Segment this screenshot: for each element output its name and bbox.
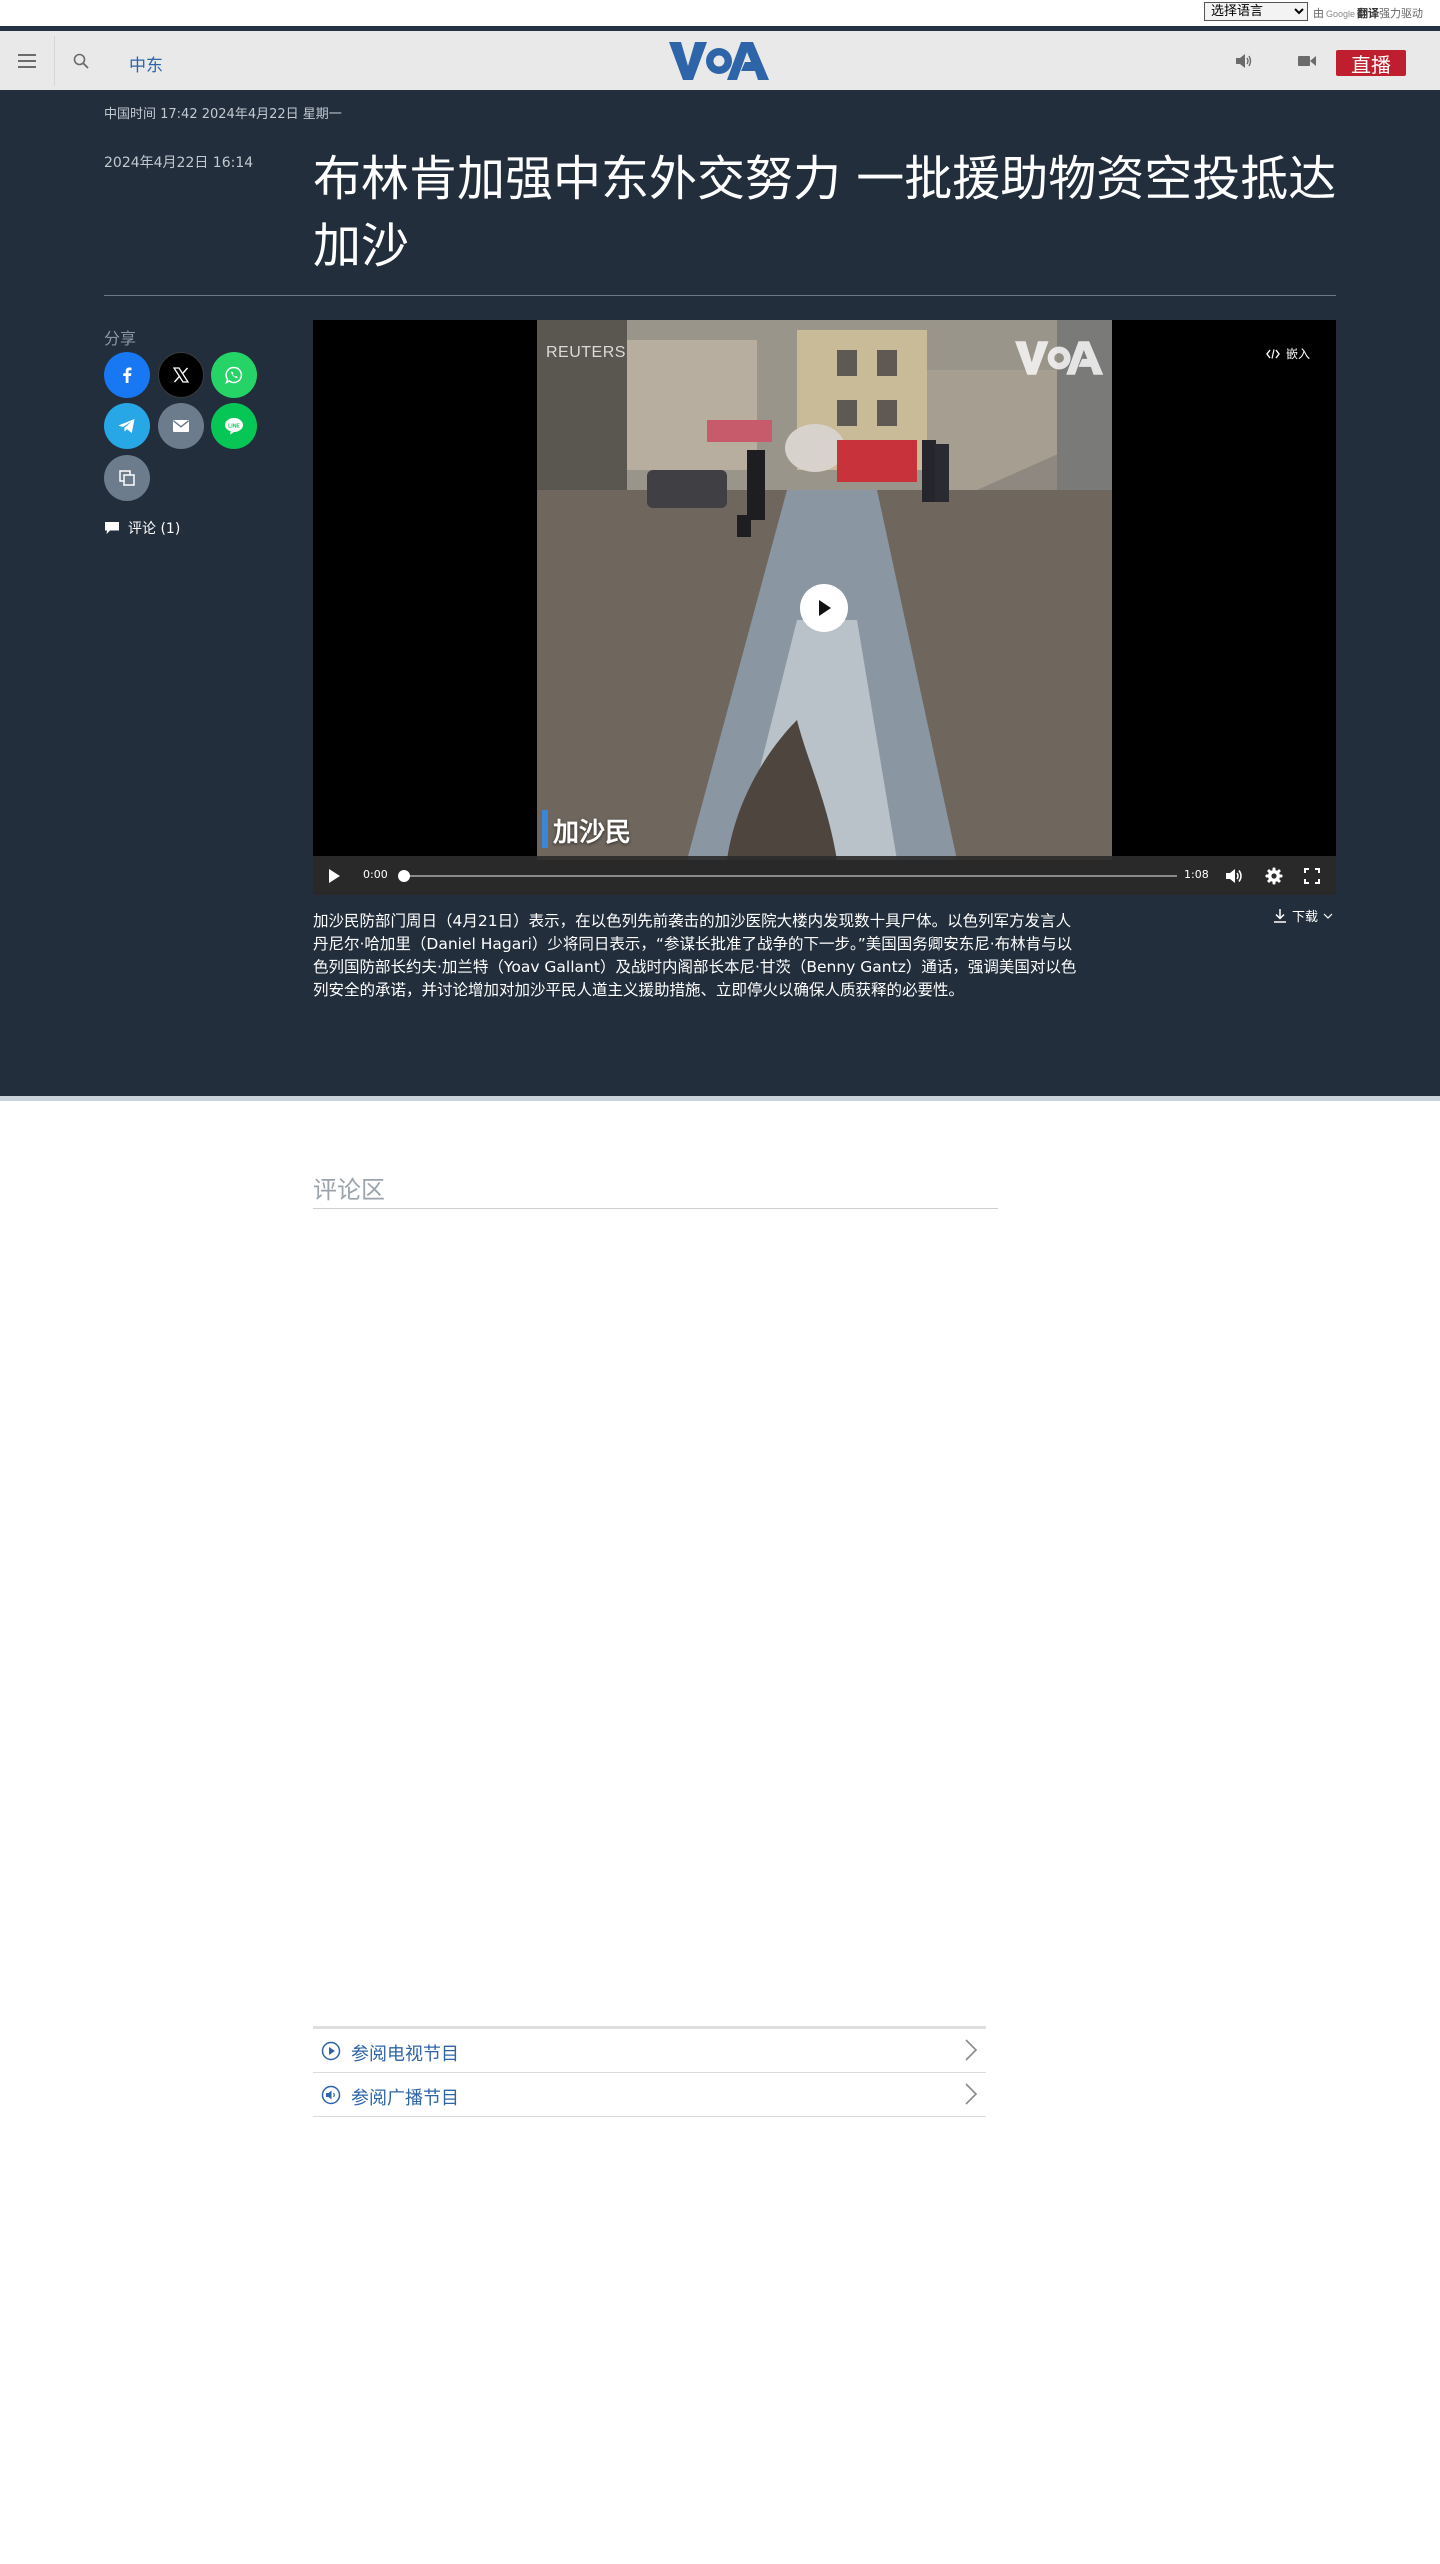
facebook-icon bbox=[123, 367, 132, 383]
translate-credit: 由 Google 翻译强力驱动 bbox=[1313, 5, 1423, 21]
email-icon bbox=[173, 420, 189, 432]
credit-suffix: 强力驱动 bbox=[1379, 8, 1424, 20]
language-select[interactable]: 选择语言 bbox=[1204, 2, 1308, 21]
share-email-button[interactable] bbox=[158, 403, 204, 449]
embed-button[interactable]: 嵌入 bbox=[1266, 345, 1310, 362]
volume-button[interactable] bbox=[1223, 865, 1245, 887]
play-icon bbox=[329, 869, 340, 883]
time-current: 0:00 bbox=[363, 868, 388, 881]
download-label: 下载 bbox=[1292, 910, 1319, 925]
settings-button[interactable] bbox=[1263, 865, 1285, 887]
radio-programs-label: 参阅广播节目 bbox=[351, 2088, 459, 2109]
video-description: 加沙民防部门周日（4月21日）表示，在以色列先前袭击的加沙医院大楼内发现数十具尸… bbox=[313, 912, 1077, 999]
chevron-down-icon bbox=[1323, 913, 1333, 919]
embed-label: 嵌入 bbox=[1286, 347, 1311, 361]
fullscreen-button[interactable] bbox=[1301, 865, 1323, 887]
voa-watermark-logo bbox=[1015, 341, 1104, 375]
progress-handle[interactable] bbox=[398, 870, 410, 882]
search-icon bbox=[73, 53, 89, 69]
share-telegram-button[interactable] bbox=[104, 403, 150, 449]
gear-icon bbox=[1265, 867, 1283, 885]
comments-link-label: 评论 (1) bbox=[128, 521, 181, 537]
radio-programs-link[interactable]: 参阅广播节目 bbox=[313, 2073, 986, 2117]
caption-accent-bar bbox=[542, 810, 548, 848]
control-play-button[interactable] bbox=[323, 865, 345, 887]
play-button[interactable] bbox=[800, 584, 848, 632]
video-caption: 加沙民 bbox=[553, 818, 632, 848]
live-button[interactable]: 直播 bbox=[1336, 50, 1406, 77]
video-controls: 0:00 1:08 bbox=[313, 856, 1336, 895]
play-circle-icon bbox=[321, 2041, 341, 2061]
speaker-icon bbox=[1236, 54, 1252, 68]
share-facebook-button[interactable] bbox=[104, 352, 150, 398]
section-divider bbox=[0, 1096, 1440, 1101]
credit-translate-link[interactable]: 翻译 bbox=[1357, 8, 1379, 20]
comments-divider bbox=[313, 1208, 998, 1209]
chevron-right-icon bbox=[965, 2039, 978, 2061]
play-icon bbox=[819, 600, 831, 616]
comment-bubble-icon bbox=[105, 522, 119, 534]
fullscreen-icon bbox=[1304, 868, 1320, 884]
audio-button[interactable] bbox=[1226, 45, 1262, 77]
chevron-right-icon bbox=[965, 2083, 978, 2105]
site-header: 中东 直播 bbox=[0, 26, 1440, 90]
video-button[interactable] bbox=[1289, 45, 1325, 77]
search-button[interactable] bbox=[54, 36, 108, 86]
speaker-circle-icon bbox=[321, 2085, 341, 2105]
video-camera-icon bbox=[1298, 56, 1316, 66]
download-button[interactable]: 下载 bbox=[1273, 906, 1333, 925]
share-whatsapp-button[interactable] bbox=[211, 352, 257, 398]
volume-icon bbox=[1226, 869, 1242, 883]
current-time: 中国时间 17:42 2024年4月22日 星期一 bbox=[104, 107, 342, 122]
article-title: 布林肯加强中东外交努力 一批援助物资空投抵达加沙 bbox=[313, 151, 1337, 274]
svg-text:LINE: LINE bbox=[228, 424, 240, 430]
copy-link-button[interactable] bbox=[104, 455, 150, 501]
video-player[interactable]: REUTERS 加沙民 嵌入 0:00 1:08 bbox=[313, 320, 1336, 895]
progress-bar[interactable] bbox=[401, 875, 1177, 877]
program-links: 参阅电视节目 参阅广播节目 bbox=[313, 2026, 986, 2117]
share-line-button[interactable]: LINE bbox=[211, 403, 257, 449]
copy-link-icon bbox=[119, 470, 135, 486]
x-icon bbox=[173, 367, 189, 383]
tv-programs-label: 参阅电视节目 bbox=[351, 2044, 459, 2065]
line-icon: LINE bbox=[225, 418, 243, 435]
translate-bar: 选择语言 由 Google 翻译强力驱动 bbox=[0, 0, 1440, 26]
section-link-middle-east[interactable]: 中东 bbox=[129, 51, 163, 76]
voa-logo[interactable] bbox=[669, 40, 771, 82]
telegram-icon bbox=[119, 419, 135, 433]
tv-programs-link[interactable]: 参阅电视节目 bbox=[313, 2029, 986, 2073]
whatsapp-icon bbox=[225, 366, 243, 384]
hamburger-icon bbox=[18, 54, 36, 68]
download-icon bbox=[1274, 908, 1286, 923]
title-divider bbox=[104, 295, 1336, 296]
code-icon bbox=[1266, 348, 1280, 359]
reuters-watermark: REUTERS bbox=[546, 344, 626, 361]
menu-button[interactable] bbox=[0, 36, 55, 86]
time-total: 1:08 bbox=[1184, 868, 1209, 881]
publish-date: 2024年4月22日 16:14 bbox=[104, 155, 254, 171]
comments-link[interactable]: 评论 (1) bbox=[104, 518, 180, 538]
comments-heading: 评论区 bbox=[313, 1176, 385, 1204]
share-x-button[interactable] bbox=[158, 352, 204, 398]
credit-prefix: 由 bbox=[1313, 8, 1324, 20]
google-logo-text[interactable]: Google bbox=[1326, 9, 1355, 19]
share-label: 分享 bbox=[104, 329, 137, 348]
